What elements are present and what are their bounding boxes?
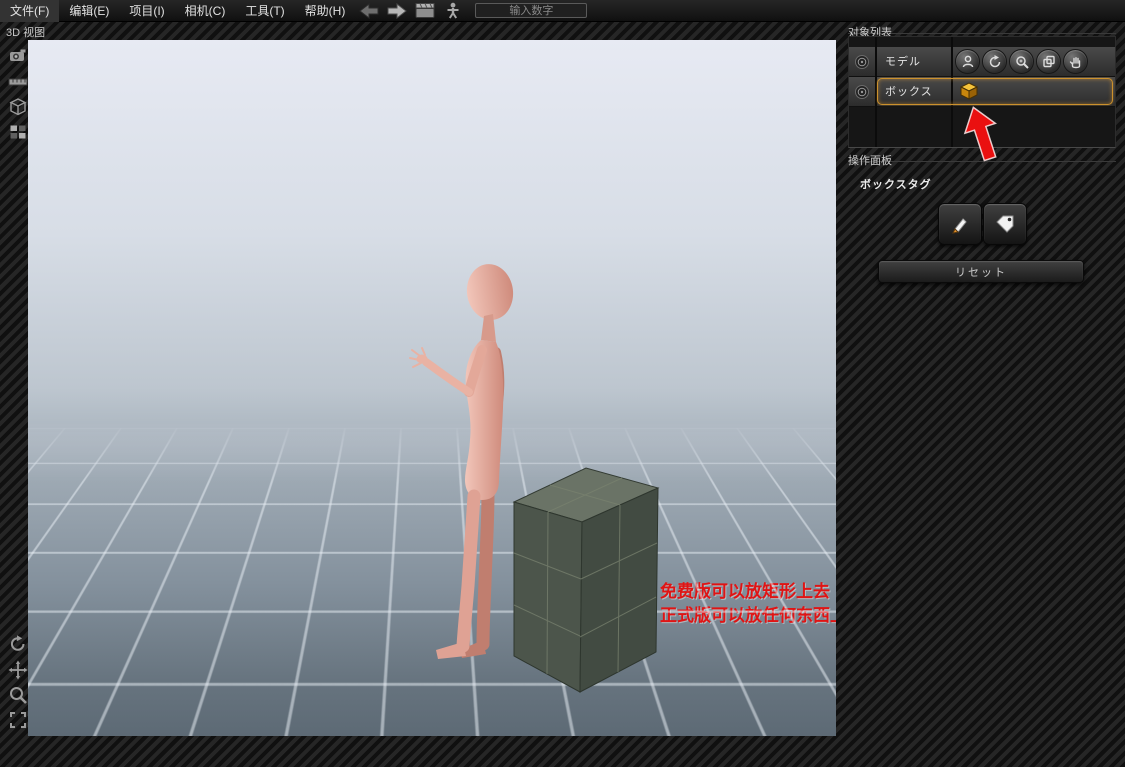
tag-button[interactable] [983,203,1027,245]
zoom-tool-icon[interactable] [1009,49,1034,74]
operation-panel-title: 操作面板 [848,152,892,168]
tag-buttons [938,203,1027,245]
hand-tool-icon[interactable] [1063,49,1088,74]
column-divider [875,37,877,147]
menu-project[interactable]: 项目(I) [119,0,174,22]
menu-file[interactable]: 文件(F) [0,0,59,22]
menu-tools[interactable]: 工具(T) [235,0,294,22]
forward-icon[interactable] [384,1,410,21]
menu-help[interactable]: 帮助(H) [295,0,356,22]
number-input[interactable] [475,3,587,18]
object-row-label: モデル [885,47,921,77]
box-icon[interactable] [959,81,979,106]
camera-icon[interactable] [8,46,28,66]
mannequin-icon[interactable] [440,1,466,21]
frame-view-icon[interactable] [8,710,28,730]
menu-camera[interactable]: 相机(C) [175,0,236,22]
viewport-3d[interactable]: 免费版可以放矩形上去 正式版可以放任何东西上去 [28,40,836,736]
visibility-icon[interactable] [854,84,870,100]
model-figure[interactable] [400,252,550,672]
cube-icon[interactable] [8,97,28,117]
menu-edit[interactable]: 编辑(E) [59,0,119,22]
object-row-model[interactable]: モデル [849,47,1115,77]
back-icon[interactable] [356,1,382,21]
menu-bar: 文件(F) 编辑(E) 项目(I) 相机(C) 工具(T) 帮助(H) [0,0,1125,22]
red-pointer-arrow [955,104,1011,166]
model-tool-icon[interactable] [955,49,980,74]
box-tag-label: ボックスタグ [860,176,932,192]
visibility-icon[interactable] [854,54,870,70]
rotate-tool-icon[interactable] [982,49,1007,74]
move-view-icon[interactable] [8,660,28,680]
object-row-label: ボックス [885,77,933,107]
object-row-box[interactable]: ボックス [849,77,1115,107]
viewport-title: 3D 视图 [6,24,45,40]
ruler-icon[interactable] [8,72,28,92]
annotation-line2: 正式版可以放任何东西上去 [660,604,836,628]
reset-button[interactable]: リセット [878,260,1084,283]
annotation-line1: 免费版可以放矩形上去 [660,580,836,604]
annotation-text: 免费版可以放矩形上去 正式版可以放任何东西上去 [660,580,836,628]
rotate-view-icon[interactable] [8,634,28,654]
zoom-view-icon[interactable] [8,685,28,705]
paint-button[interactable] [938,203,982,245]
clapperboard-icon[interactable] [412,1,438,21]
blocks-icon[interactable] [8,122,28,142]
column-divider [951,37,953,147]
model-tools [955,49,1088,74]
copy-tool-icon[interactable] [1036,49,1061,74]
